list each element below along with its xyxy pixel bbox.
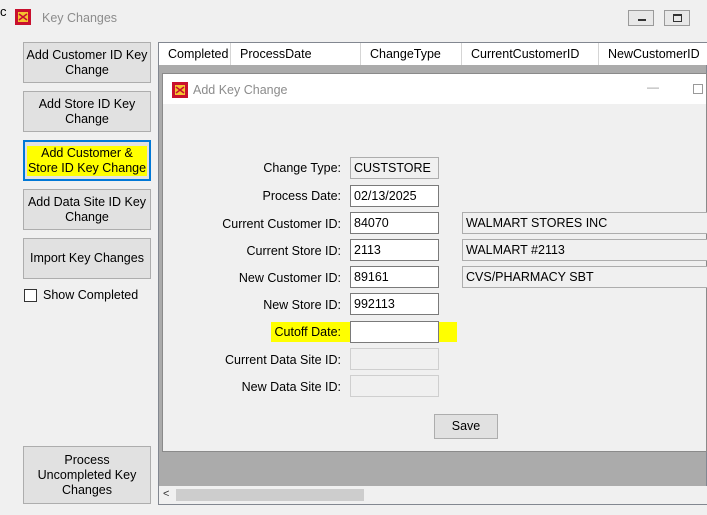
- minimize-icon[interactable]: —: [647, 80, 659, 94]
- current-customer-id-field[interactable]: 84070: [350, 212, 439, 234]
- import-key-changes-button[interactable]: Import Key Changes: [23, 238, 151, 279]
- add-data-site-id-key-change-button[interactable]: Add Data Site ID Key Change: [23, 189, 151, 230]
- maximize-button[interactable]: [664, 10, 690, 26]
- save-button[interactable]: Save: [434, 414, 498, 439]
- dialog-title-bar: Add Key Change —: [163, 74, 706, 104]
- current-store-name-field: WALMART #2113: [462, 239, 707, 261]
- main-window: c Key Changes Add Customer ID Key Change…: [0, 0, 707, 515]
- button-label: Import Key Changes: [30, 251, 144, 265]
- maximize-icon: [673, 14, 682, 22]
- new-customer-name-field: CVS/PHARMACY SBT: [462, 266, 707, 288]
- new-data-site-id-label: New Data Site ID:: [241, 380, 341, 394]
- process-date-label: Process Date:: [262, 189, 341, 203]
- column-header[interactable]: CurrentCustomerID: [462, 43, 599, 65]
- horizontal-scrollbar[interactable]: <: [159, 486, 707, 504]
- new-store-id-field[interactable]: 992113: [350, 293, 439, 315]
- current-store-id-label: Current Store ID:: [246, 244, 341, 258]
- grid-header: Completed ProcessDate ChangeType Current…: [159, 43, 707, 65]
- button-label: Add Store ID Key Change: [38, 96, 136, 126]
- change-type-field: CUSTSTORE: [350, 157, 439, 179]
- edge-text: c: [0, 4, 7, 19]
- checkbox-icon[interactable]: [24, 288, 37, 302]
- change-type-label: Change Type:: [263, 161, 341, 175]
- button-label: Add Customer & Store ID Key Change: [27, 145, 147, 176]
- new-store-id-label: New Store ID:: [263, 298, 341, 312]
- scroll-left-icon[interactable]: <: [163, 488, 169, 500]
- add-store-id-key-change-button[interactable]: Add Store ID Key Change: [23, 91, 151, 132]
- main-window-title: Key Changes: [42, 11, 118, 25]
- process-date-field[interactable]: 02/13/2025: [350, 185, 439, 207]
- button-label: Add Customer ID Key Change: [26, 47, 148, 77]
- button-label: Process Uncompleted Key Changes: [37, 452, 137, 497]
- current-customer-id-label: Current Customer ID:: [222, 217, 341, 231]
- process-uncompleted-key-changes-button[interactable]: Process Uncompleted Key Changes: [23, 446, 151, 504]
- column-header[interactable]: ProcessDate: [231, 43, 361, 65]
- current-store-id-field[interactable]: 2113: [350, 239, 439, 261]
- column-header[interactable]: ChangeType: [361, 43, 462, 65]
- column-header[interactable]: Completed: [159, 43, 231, 65]
- add-customer-id-key-change-button[interactable]: Add Customer ID Key Change: [23, 42, 151, 83]
- maximize-icon[interactable]: [693, 84, 703, 94]
- scrollbar-thumb[interactable]: [176, 489, 364, 501]
- app-icon: [172, 82, 188, 98]
- current-customer-name-field: WALMART STORES INC: [462, 212, 707, 234]
- new-customer-id-field[interactable]: 89161: [350, 266, 439, 288]
- show-completed-label: Show Completed: [43, 288, 139, 302]
- current-data-site-id-label: Current Data Site ID:: [224, 353, 341, 367]
- new-data-site-id-field: [350, 375, 439, 397]
- app-icon: [15, 9, 31, 25]
- new-customer-id-label: New Customer ID:: [238, 271, 341, 285]
- button-label: Add Data Site ID Key Change: [27, 194, 147, 224]
- add-customer-store-id-key-change-button[interactable]: Add Customer & Store ID Key Change: [23, 140, 151, 181]
- minimize-icon: [638, 19, 646, 21]
- dialog-title: Add Key Change: [193, 83, 288, 97]
- show-completed-checkbox[interactable]: Show Completed: [24, 288, 138, 302]
- cutoff-date-field[interactable]: [350, 321, 439, 343]
- main-title-bar: Key Changes: [8, 0, 707, 36]
- cutoff-date-label: Cutoff Date:: [274, 325, 341, 339]
- add-key-change-dialog: Add Key Change — Change Type: CUSTSTORE …: [162, 73, 707, 452]
- current-data-site-id-field: [350, 348, 439, 370]
- column-header[interactable]: NewCustomerID: [599, 43, 707, 65]
- minimize-button[interactable]: [628, 10, 654, 26]
